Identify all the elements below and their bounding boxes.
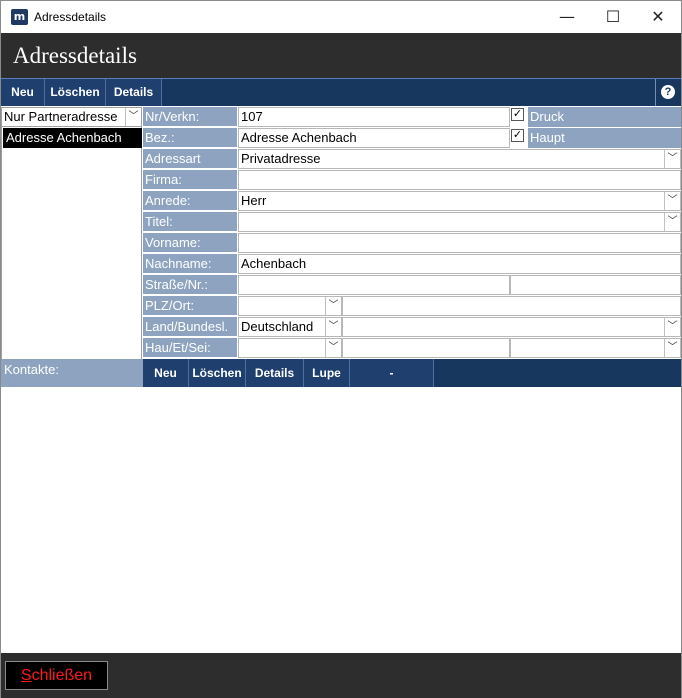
druck-checkbox[interactable]: ✓ (511, 108, 524, 121)
contact-dash-button[interactable]: - (350, 359, 434, 387)
minimize-icon[interactable]: — (544, 1, 590, 33)
chevron-down-icon[interactable]: ﹀ (325, 339, 341, 357)
adressart-select[interactable]: Privatadresse ﹀ (238, 149, 681, 169)
footer: Schließen (1, 653, 681, 698)
contacts-toolbar: Neu Löschen Details Lupe - (143, 359, 681, 387)
address-list: Adresse Achenbach (1, 127, 142, 359)
address-filter-select[interactable]: Nur Partneradresse ﹀ (1, 107, 142, 127)
delete-contact-button[interactable]: Löschen (189, 359, 246, 387)
seite-select[interactable]: ﹀ (510, 338, 681, 358)
adressart-value: Privatadresse (241, 151, 321, 166)
chevron-down-icon[interactable]: ﹀ (125, 108, 141, 126)
hau-label: Hau/Et/Sei: (143, 338, 237, 358)
contacts-list[interactable] (1, 387, 681, 653)
address-toolbar: Neu Löschen Details ? (1, 78, 681, 106)
window: m Adressdetails — ☐ ✕ Adressdetails Neu … (0, 0, 682, 698)
land-select[interactable]: Deutschland ﹀ (238, 317, 342, 337)
ort-field[interactable] (342, 296, 681, 316)
page-title: Adressdetails (13, 43, 137, 68)
strasse-label: Straße/Nr.: (143, 275, 237, 295)
chevron-down-icon[interactable]: ﹀ (664, 192, 680, 210)
chevron-down-icon[interactable]: ﹀ (664, 318, 680, 336)
contacts-label: Kontakte: (1, 359, 143, 387)
help-icon: ? (661, 85, 675, 99)
land-value: Deutschland (241, 319, 314, 334)
plz-select[interactable]: ﹀ (238, 296, 342, 316)
chevron-down-icon[interactable]: ﹀ (325, 297, 341, 315)
adressart-label: Adressart (143, 149, 237, 169)
page-header: Adressdetails (1, 33, 681, 78)
haupt-label: Haupt (528, 128, 681, 148)
nachname-field[interactable]: Achenbach (238, 254, 681, 274)
druck-label: Druck (528, 107, 681, 127)
list-item[interactable]: Adresse Achenbach (3, 128, 142, 148)
anrede-value: Herr (241, 193, 267, 208)
hausnummer-field[interactable] (510, 275, 681, 295)
firma-field[interactable] (238, 170, 681, 190)
title-bar: m Adressdetails — ☐ ✕ (1, 1, 681, 33)
haupt-checkbox[interactable]: ✓ (511, 129, 524, 142)
bez-field[interactable]: Adresse Achenbach (238, 128, 510, 148)
firma-label: Firma: (143, 170, 237, 190)
close-button[interactable]: Schließen (5, 661, 108, 690)
address-details-button[interactable]: Details (106, 79, 162, 106)
chevron-down-icon[interactable]: ﹀ (325, 318, 341, 336)
nr-label: Nr/Verkn: (143, 107, 237, 127)
nr-field[interactable]: 107 (238, 107, 510, 127)
vorname-label: Vorname: (143, 233, 237, 253)
close-icon[interactable]: ✕ (635, 1, 681, 33)
delete-address-button[interactable]: Löschen (45, 79, 106, 106)
etage-field[interactable] (342, 338, 510, 358)
help-button[interactable]: ? (655, 79, 679, 106)
chevron-down-icon[interactable]: ﹀ (664, 339, 680, 357)
address-filter-value: Nur Partneradresse (4, 109, 118, 124)
app-icon: m (11, 9, 28, 25)
anrede-label: Anrede: (143, 191, 237, 211)
plz-label: PLZ/Ort: (143, 296, 237, 316)
nachname-label: Nachname: (143, 254, 237, 274)
window-title: Adressdetails (34, 10, 107, 24)
anrede-select[interactable]: Herr ﹀ (238, 191, 681, 211)
contact-details-button[interactable]: Details (246, 359, 304, 387)
bez-label: Bez.: (143, 128, 237, 148)
maximize-icon[interactable]: ☐ (590, 1, 636, 33)
strasse-field[interactable] (238, 275, 510, 295)
close-button-label: chließen (31, 667, 93, 684)
haus-select[interactable]: ﹀ (238, 338, 342, 358)
titel-select[interactable]: ﹀ (238, 212, 681, 232)
bundesland-select[interactable]: ﹀ (342, 317, 681, 337)
close-button-mnemonic: S (20, 667, 32, 684)
new-contact-button[interactable]: Neu (143, 359, 189, 387)
new-address-button[interactable]: Neu (1, 79, 45, 106)
contact-search-button[interactable]: Lupe (304, 359, 350, 387)
chevron-down-icon[interactable]: ﹀ (664, 213, 680, 231)
titel-label: Titel: (143, 212, 237, 232)
vorname-field[interactable] (238, 233, 681, 253)
land-label: Land/Bundesl. (143, 317, 237, 337)
chevron-down-icon[interactable]: ﹀ (664, 150, 680, 168)
